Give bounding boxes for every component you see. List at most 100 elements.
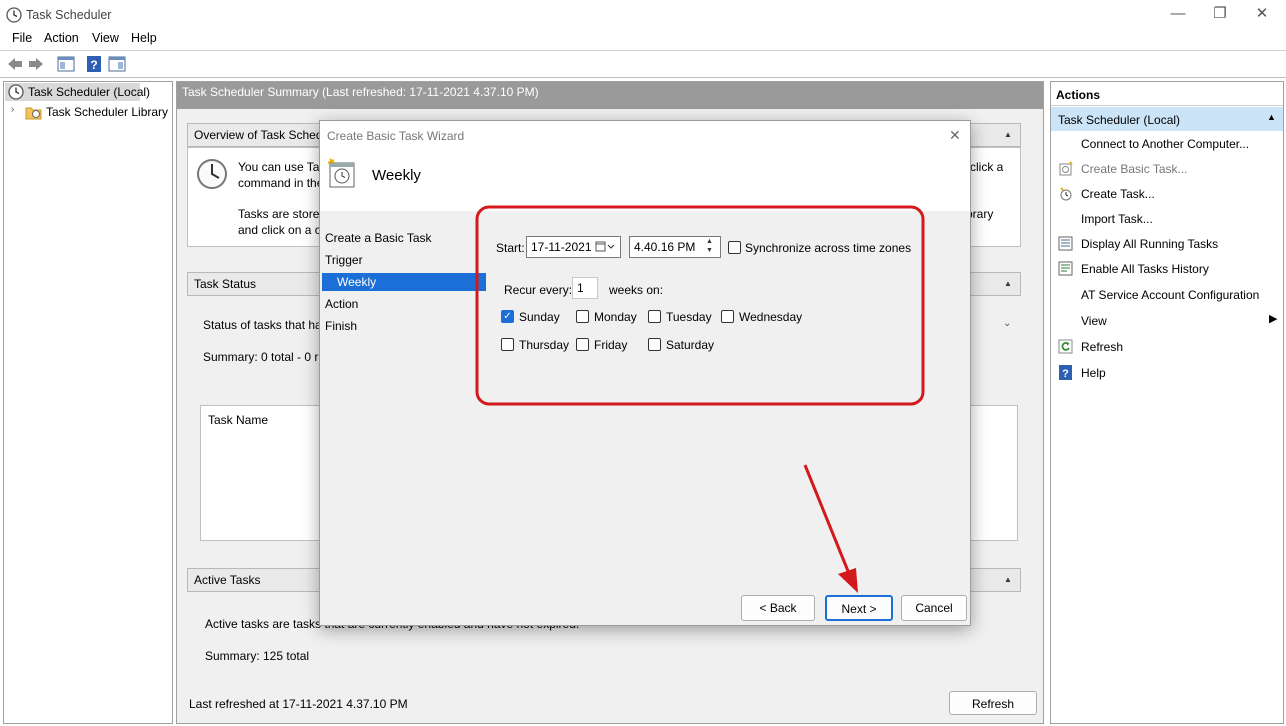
menu-file[interactable]: File [12,31,32,45]
chevron-right-icon: ▶ [1269,313,1278,325]
weekly-settings: Start: 17-11-2021 4.40.16 PM ▲ ▼ Synchron… [486,211,970,625]
step-create-basic-task[interactable]: Create a Basic Task [325,231,432,245]
thursday-checkbox[interactable] [501,338,514,351]
menu-help[interactable]: Help [131,31,157,45]
action-label: Enable All Tasks History [1081,262,1209,276]
task-status-title: Task Status [194,277,257,291]
actions-title: Actions [1056,88,1101,102]
next-button[interactable]: Next > [825,595,893,621]
saturday-checkbox[interactable] [648,338,661,351]
action-pane-icon[interactable] [108,55,126,73]
action-create-task[interactable]: Create Task... [1051,182,1283,206]
overview-text-1: You can use Task [238,160,332,174]
folder-icon [25,107,42,120]
action-at-service[interactable]: AT Service Account Configuration [1051,283,1283,307]
action-label: Help [1081,366,1106,380]
column-header-task-name[interactable]: Task Name [208,413,268,427]
forward-arrow-icon[interactable] [27,56,45,72]
action-create-basic-task[interactable]: Create Basic Task... [1051,157,1283,181]
collapse-icon[interactable]: ▲ [1000,127,1016,143]
start-time-field[interactable]: 4.40.16 PM ▲ ▼ [629,236,721,258]
overview-title: Overview of Task Schedul [194,128,332,142]
svg-text:?: ? [90,58,97,72]
task-status-text: Status of tasks that have [203,318,335,332]
start-time-value: 4.40.16 PM [634,240,696,254]
action-enable-history[interactable]: Enable All Tasks History [1051,257,1283,281]
last-refreshed-text: Last refreshed at 17-11-2021 4.37.10 PM [189,697,408,711]
summary-header: Task Scheduler Summary (Last refreshed: … [177,82,1043,109]
action-help[interactable]: ? Help [1051,361,1283,385]
action-label: Refresh [1081,340,1124,354]
calendar-clock-icon [327,158,355,188]
chevron-right-icon[interactable]: › [11,104,14,115]
actions-header: Actions [1051,82,1283,106]
chevron-down-icon[interactable]: ⌄ [1003,318,1011,329]
action-label: Display All Running Tasks [1081,237,1219,251]
actions-group-header[interactable]: Task Scheduler (Local) ▲ [1051,107,1283,131]
maximize-button[interactable]: ❐ [1208,4,1232,24]
close-button[interactable]: ✕ [1250,4,1274,24]
console-tree: Task Scheduler (Local) › Task Scheduler … [3,81,173,724]
help-icon: ? [1059,365,1072,380]
back-button[interactable]: < Back [741,595,815,621]
menu-view[interactable]: View [92,31,119,45]
action-display-running[interactable]: Display All Running Tasks [1051,232,1283,256]
sync-checkbox[interactable] [728,241,741,254]
task-icon [1060,187,1072,201]
list-icon [1058,236,1073,251]
dialog-title: Create Basic Task Wizard [327,129,465,143]
collapse-icon[interactable]: ▲ [1267,112,1276,122]
saturday-label: Saturday [666,338,715,352]
active-tasks-title: Active Tasks [194,573,261,587]
tree-root-label: Task Scheduler (Local) [28,85,151,99]
monday-checkbox[interactable] [576,310,589,323]
tuesday-checkbox[interactable] [648,310,661,323]
action-label: Create Task... [1081,187,1155,201]
action-refresh[interactable]: Refresh [1051,335,1283,359]
overview-text-4: and click on a co [238,223,328,237]
dialog-heading: Weekly [372,167,421,184]
menu-action[interactable]: Action [44,31,79,45]
action-import-task[interactable]: Import Task... [1051,207,1283,231]
recur-weeks-value: 1 [577,281,584,295]
collapse-icon[interactable]: ▲ [1000,572,1016,588]
step-weekly: Weekly [337,275,377,289]
overview-text-3: Tasks are stored i [238,207,333,221]
step-finish[interactable]: Finish [325,319,357,333]
tree-root-item[interactable]: Task Scheduler (Local) [5,83,150,101]
action-connect[interactable]: Connect to Another Computer... [1051,132,1283,156]
start-date-value: 17-11-2021 [531,240,592,254]
window-title: Task Scheduler [26,8,112,22]
dialog-header: Create Basic Task Wizard ✕ Weekly [320,121,970,211]
refresh-button[interactable]: Refresh [949,691,1037,715]
tree-library-item[interactable]: › Task Scheduler Library [5,103,170,121]
help-icon[interactable]: ? [86,55,102,73]
start-label: Start: [496,241,525,255]
recur-weeks-input[interactable]: 1 [572,277,598,299]
action-label: Import Task... [1081,212,1153,226]
minimize-button[interactable]: — [1166,4,1190,24]
cancel-button[interactable]: Cancel [901,595,967,621]
back-arrow-icon[interactable] [6,56,24,72]
wednesday-checkbox[interactable] [721,310,734,323]
active-tasks-summary: Summary: 125 total [205,649,310,663]
tree-library-label: Task Scheduler Library [46,105,169,119]
svg-text:?: ? [1062,368,1069,380]
step-weekly-selected[interactable]: Weekly [322,273,486,291]
collapse-icon[interactable]: ▲ [1000,276,1016,292]
console-tree-icon[interactable] [57,55,75,73]
sunday-checkbox[interactable]: ✓ [501,310,514,323]
time-spinner-icon[interactable]: ▲ ▼ [706,237,713,255]
start-date-picker[interactable]: 17-11-2021 [526,236,621,258]
calendar-dropdown-icon[interactable] [595,240,617,254]
step-trigger[interactable]: Trigger [325,253,363,267]
title-bar: Task Scheduler — ❐ ✕ [0,0,1286,30]
action-view[interactable]: View ▶ [1051,309,1283,333]
monday-label: Monday [594,310,637,324]
dialog-close-button[interactable]: ✕ [949,127,961,144]
friday-checkbox[interactable] [576,338,589,351]
wednesday-label: Wednesday [739,310,803,324]
clock-icon [197,159,227,189]
step-action[interactable]: Action [325,297,358,311]
clock-icon [6,7,22,23]
